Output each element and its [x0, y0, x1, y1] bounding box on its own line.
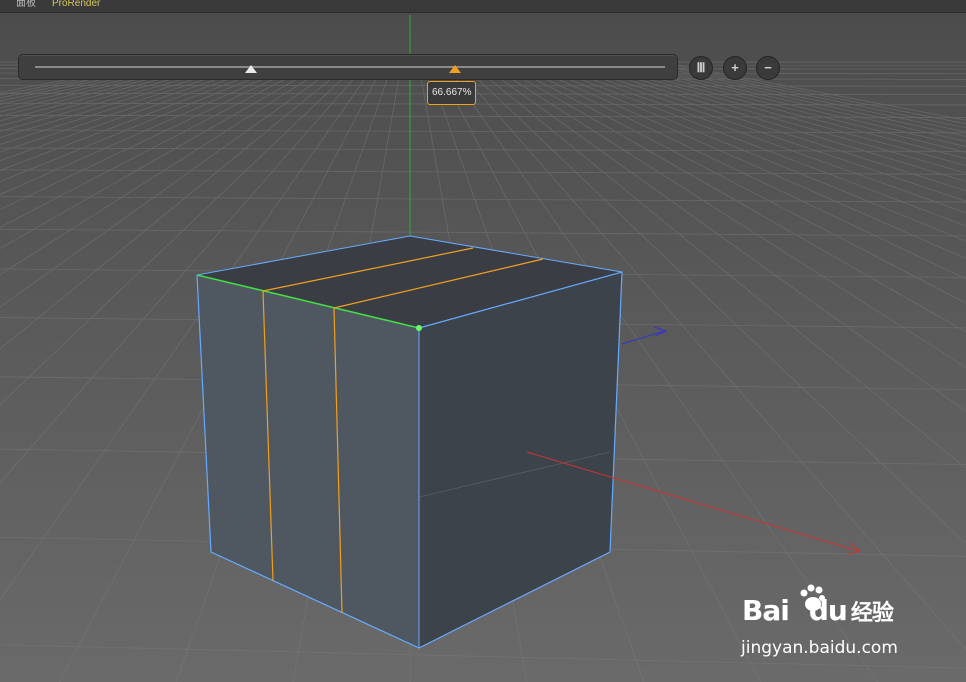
watermark-brand: Bai	[742, 594, 790, 627]
menu-item-panel[interactable]: 面板	[16, 0, 36, 10]
columns-button[interactable]: Ⅲ	[689, 56, 713, 80]
plus-icon: +	[731, 60, 739, 75]
loop-cut-slider[interactable]	[18, 54, 678, 80]
minus-icon: −	[764, 60, 772, 75]
slider-handles	[245, 65, 461, 73]
watermark-url: jingyan.baidu.com	[741, 638, 898, 658]
watermark-chinese: 经验	[850, 601, 894, 626]
paw-icon	[800, 584, 825, 611]
menu-item-prorender[interactable]: ProRender	[52, 0, 100, 10]
remove-cut-button[interactable]: −	[756, 56, 780, 80]
slider-value-tooltip: 66.667%	[427, 81, 477, 105]
slider-handle-active[interactable]	[449, 65, 461, 73]
selected-vertex[interactable]	[416, 325, 422, 331]
add-cut-button[interactable]: +	[723, 56, 747, 80]
slider-handle-secondary[interactable]	[245, 65, 257, 73]
menu-bar: 面板 ProRender	[0, 0, 966, 13]
3d-viewport[interactable]	[0, 13, 966, 682]
columns-icon: Ⅲ	[696, 60, 706, 75]
